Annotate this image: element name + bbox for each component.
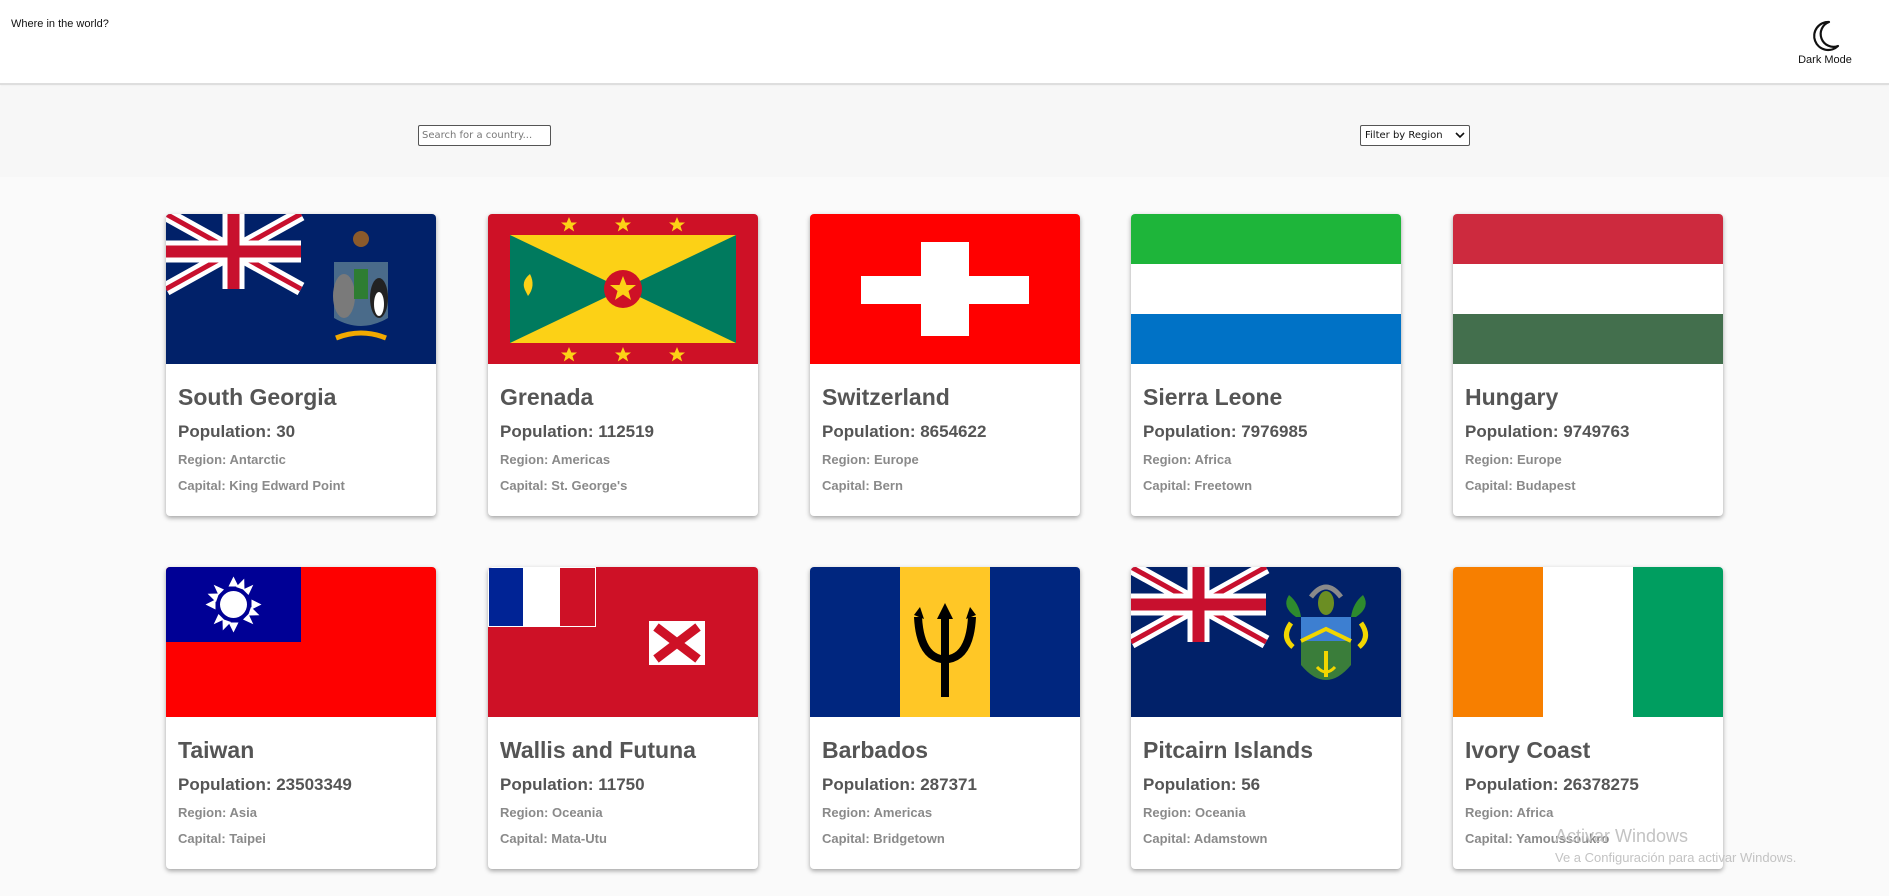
country-card[interactable]: Barbados Population: 287371 Region: Amer… xyxy=(810,567,1080,869)
country-population: Population: 9749763 xyxy=(1465,422,1630,441)
country-name: Barbados xyxy=(822,737,929,763)
sierra-leone-flag xyxy=(1131,214,1401,364)
pitcairn-flag xyxy=(1131,567,1401,717)
country-population: Population: 287371 xyxy=(822,775,977,794)
country-region: Region: Oceania xyxy=(500,805,603,820)
country-name: Sierra Leone xyxy=(1143,384,1283,410)
country-capital: Capital: Budapest xyxy=(1465,478,1576,493)
country-name: Hungary xyxy=(1465,384,1559,410)
country-region: Region: Europe xyxy=(822,452,919,467)
country-capital: Capital: Mata-Utu xyxy=(500,831,607,846)
country-region: Region: Europe xyxy=(1465,452,1562,467)
country-name: Wallis and Futuna xyxy=(500,737,696,763)
country-capital: Capital: Bern xyxy=(822,478,903,493)
country-region: Region: Americas xyxy=(822,805,933,820)
chevron-down-icon xyxy=(1455,132,1465,139)
country-name: South Georgia xyxy=(178,384,337,410)
country-region: Region: Africa xyxy=(1465,805,1554,820)
country-capital: Capital: Taipei xyxy=(178,831,266,846)
country-card[interactable]: Taiwan Population: 23503349 Region: Asia… xyxy=(166,567,436,869)
country-card[interactable]: Grenada Population: 112519 Region: Ameri… xyxy=(488,214,758,516)
country-population: Population: 112519 xyxy=(500,422,655,441)
dark-mode-label: Dark Mode xyxy=(1798,54,1852,66)
country-population: Population: 23503349 xyxy=(178,775,352,794)
search-input[interactable] xyxy=(418,125,551,146)
country-capital: Capital: Adamstown xyxy=(1143,831,1268,846)
country-card[interactable]: Hungary Population: 9749763 Region: Euro… xyxy=(1453,214,1723,516)
wallis-futuna-flag xyxy=(488,567,758,717)
barbados-flag xyxy=(810,567,1080,717)
country-region: Region: Americas xyxy=(500,452,611,467)
country-region: Region: Oceania xyxy=(1143,805,1246,820)
taiwan-flag xyxy=(166,567,436,717)
moon-icon xyxy=(1813,20,1840,51)
country-region: Region: Antarctic xyxy=(178,452,286,467)
watermark-title: Activar Windows xyxy=(1555,826,1689,846)
country-card[interactable]: Ivory Coast Population: 26378275 Region:… xyxy=(1453,567,1723,869)
country-population: Population: 8654622 xyxy=(822,422,987,441)
country-population: Population: 11750 xyxy=(500,775,645,794)
grenada-flag xyxy=(488,214,758,364)
windows-activation-watermark: Activar Windows Ve a Configuración para … xyxy=(1555,826,1796,865)
country-card[interactable]: South Georgia Population: 30 Region: Ant… xyxy=(166,214,436,516)
country-capital: Capital: King Edward Point xyxy=(178,478,345,493)
country-population: Population: 26378275 xyxy=(1465,775,1639,794)
country-name: Ivory Coast xyxy=(1465,737,1591,763)
dark-mode-toggle[interactable]: Dark Mode xyxy=(1785,20,1865,70)
country-capital: Capital: Bridgetown xyxy=(822,831,945,846)
country-capital: Capital: St. George's xyxy=(500,478,628,493)
country-capital: Capital: Freetown xyxy=(1143,478,1253,493)
region-filter-select[interactable]: Filter by Region xyxy=(1360,125,1470,146)
country-region: Region: Asia xyxy=(178,805,257,820)
country-name: Grenada xyxy=(500,384,594,410)
app-header: Where in the world? Dark Mode xyxy=(0,0,1889,85)
toolbar: Filter by Region xyxy=(0,87,1889,177)
country-population: Population: 7976985 xyxy=(1143,422,1308,441)
country-card[interactable]: Pitcairn Islands Population: 56 Region: … xyxy=(1131,567,1401,869)
watermark-subtitle: Ve a Configuración para activar Windows. xyxy=(1555,850,1797,865)
south-georgia-flag xyxy=(166,214,436,364)
region-filter-value: Filter by Region xyxy=(1365,130,1443,141)
country-region: Region: Africa xyxy=(1143,452,1232,467)
country-card[interactable]: Sierra Leone Population: 7976985 Region:… xyxy=(1131,214,1401,516)
country-name: Switzerland xyxy=(822,384,950,410)
app-title: Where in the world? xyxy=(11,18,109,30)
country-name: Pitcairn Islands xyxy=(1143,737,1314,763)
ivory-coast-flag xyxy=(1453,567,1723,717)
country-population: Population: 30 xyxy=(178,422,296,441)
country-card[interactable]: Wallis and Futuna Population: 11750 Regi… xyxy=(488,567,758,869)
country-card[interactable]: Switzerland Population: 8654622 Region: … xyxy=(810,214,1080,516)
switzerland-flag xyxy=(810,214,1080,364)
country-population: Population: 56 xyxy=(1143,775,1261,794)
country-name: Taiwan xyxy=(178,737,255,763)
hungary-flag xyxy=(1453,214,1723,364)
